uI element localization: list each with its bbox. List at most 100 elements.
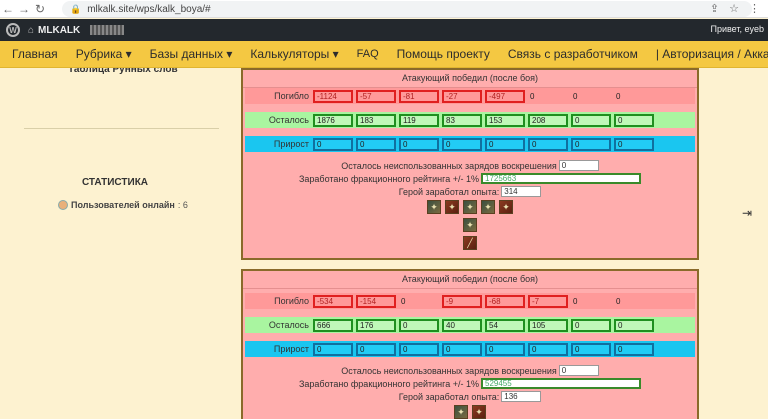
gain-row: Прирост 0 0 0 0 0 0 0 0	[245, 341, 695, 357]
creature-icon[interactable]: ✦	[427, 200, 441, 214]
right-margin	[712, 68, 768, 419]
mouse-cursor-icon: ⇥	[742, 206, 753, 220]
reward-icons-row: ✦ ✦	[243, 405, 697, 419]
gain-cell: 0	[528, 342, 568, 356]
rating-field[interactable]: 1725663	[481, 173, 641, 184]
rating-field[interactable]: 529455	[481, 378, 641, 389]
dead-cell: 0	[401, 296, 406, 306]
rating-label: Заработано фракционного рейтинга +/- 1%	[298, 173, 479, 184]
left-cell: 1876	[313, 113, 353, 127]
left-cell: 0	[399, 318, 439, 332]
calculator-results: Атакующий победил (после боя) Погибло -1…	[232, 68, 712, 419]
gain-cell: 0	[442, 342, 482, 356]
left-cell: 0	[614, 113, 654, 127]
nav-item-account[interactable]: | Авторизация / Аккаунт | ▾	[656, 47, 768, 61]
exp-field[interactable]: 136	[501, 391, 542, 402]
nav-item-home[interactable]: Главная	[12, 47, 58, 61]
nav-item-calculators[interactable]: Калькуляторы ▾	[250, 47, 338, 61]
gain-label: Прирост	[273, 344, 309, 354]
creature-icon[interactable]: ✦	[463, 218, 477, 232]
wp-admin-bar: W ⌂ MLKALK Привет, eyeb	[0, 19, 768, 41]
nav-item-databases[interactable]: Базы данных ▾	[150, 47, 233, 61]
artifact-icon[interactable]: ╱	[463, 236, 477, 250]
blurred-menu-item[interactable]	[90, 25, 125, 35]
sidebar-cut-heading[interactable]: Таблица Рунных слов	[68, 68, 178, 75]
left-cell: 0	[614, 318, 654, 332]
address-bar[interactable]: 🔒 mlkalk.site/wps/kalk_boya/#	[62, 1, 752, 17]
url-text: mlkalk.site/wps/kalk_boya/#	[87, 3, 211, 15]
forward-icon[interactable]: →	[16, 1, 32, 17]
creature-icon[interactable]: ✦	[481, 200, 495, 214]
online-count: : 6	[177, 200, 188, 210]
creature-icon[interactable]: ✦	[463, 200, 477, 214]
charges-field[interactable]: 0	[558, 160, 599, 171]
gain-cell: 0	[485, 342, 525, 356]
sidebar: Таблица Рунных слов СТАТИСТИКА Пользоват…	[10, 68, 232, 419]
dead-cell: -1124	[313, 89, 353, 103]
creature-icon[interactable]: ✦	[472, 405, 486, 419]
gain-cell: 0	[399, 342, 439, 356]
left-cell: 183	[356, 113, 396, 127]
wordpress-logo-icon[interactable]: W	[6, 23, 20, 37]
exp-field[interactable]: 314	[501, 186, 542, 197]
left-cell: 119	[399, 113, 439, 127]
share-icon[interactable]: ⇪	[710, 2, 719, 15]
star-icon[interactable]: ☆	[729, 2, 739, 15]
sidebar-divider	[24, 128, 219, 129]
dead-cell: -7	[528, 294, 568, 308]
dead-cell: -57	[356, 89, 396, 103]
left-label: Осталось	[268, 320, 309, 330]
reward-icons-row: ╱	[243, 236, 697, 250]
site-name-link[interactable]: ⌂ MLKALK	[28, 25, 80, 36]
left-cell: 105	[528, 318, 568, 332]
gain-label: Прирост	[273, 139, 309, 149]
panel-title: Атакующий победил (после боя)	[243, 70, 697, 88]
gain-cell: 0	[485, 137, 525, 151]
dead-row: Погибло -1124 -57 -81 -27 -497 0 0 0	[245, 88, 695, 104]
dead-cell: 0	[573, 91, 578, 101]
gain-cell: 0	[442, 137, 482, 151]
dead-cell: -81	[399, 89, 439, 103]
reload-icon[interactable]: ↻	[32, 1, 48, 17]
left-cell: 666	[313, 318, 353, 332]
stat-title: СТАТИСТИКА	[81, 177, 149, 188]
left-row: Осталось 666 176 0 40 54 105 0 0	[245, 317, 695, 333]
gain-cell: 0	[356, 342, 396, 356]
exp-line: Герой заработал опыта: 136	[243, 391, 697, 402]
creature-icon[interactable]: ✦	[499, 200, 513, 214]
gain-cell: 0	[614, 342, 654, 356]
dead-cell: -68	[485, 294, 525, 308]
nav-item-contact[interactable]: Связь с разработчиком	[508, 47, 638, 61]
charges-label: Осталось неиспользованных зарядов воскре…	[341, 160, 557, 171]
battle-result-panel: Атакующий победил (после боя) Погибло -5…	[241, 269, 699, 419]
reward-icons-row: ✦	[243, 218, 697, 232]
creature-icon[interactable]: ✦	[454, 405, 468, 419]
nav-item-rubric[interactable]: Рубрика ▾	[76, 47, 132, 61]
gain-cell: 0	[571, 137, 611, 151]
left-cell: 176	[356, 318, 396, 332]
exp-label: Герой заработал опыта:	[398, 391, 500, 402]
dead-cell: -534	[313, 294, 353, 308]
user-icon	[58, 200, 68, 210]
nav-item-faq[interactable]: FAQ	[357, 48, 379, 60]
panel-title: Атакующий победил (после боя)	[243, 271, 697, 289]
left-cell: 54	[485, 318, 525, 332]
dead-cell: -9	[442, 294, 482, 308]
charges-field[interactable]: 0	[558, 365, 599, 376]
left-cell: 153	[485, 113, 525, 127]
exp-line: Герой заработал опыта: 314	[243, 186, 697, 197]
dead-cell: -27	[442, 89, 482, 103]
dead-label: Погибло	[274, 296, 309, 306]
greeting-text[interactable]: Привет, eyeb	[710, 24, 764, 34]
creature-icon[interactable]: ✦	[445, 200, 459, 214]
menu-icon[interactable]: ⋮	[749, 2, 760, 15]
left-cell: 83	[442, 113, 482, 127]
charges-line: Осталось неиспользованных зарядов воскре…	[243, 160, 697, 171]
back-icon[interactable]: ←	[0, 1, 16, 17]
dead-cell: 0	[530, 91, 535, 101]
gain-cell: 0	[313, 342, 353, 356]
charges-label: Осталось неиспользованных зарядов воскре…	[341, 365, 557, 376]
left-cell: 208	[528, 113, 568, 127]
dead-label: Погибло	[274, 91, 309, 101]
nav-item-help[interactable]: Помощь проекту	[397, 47, 490, 61]
